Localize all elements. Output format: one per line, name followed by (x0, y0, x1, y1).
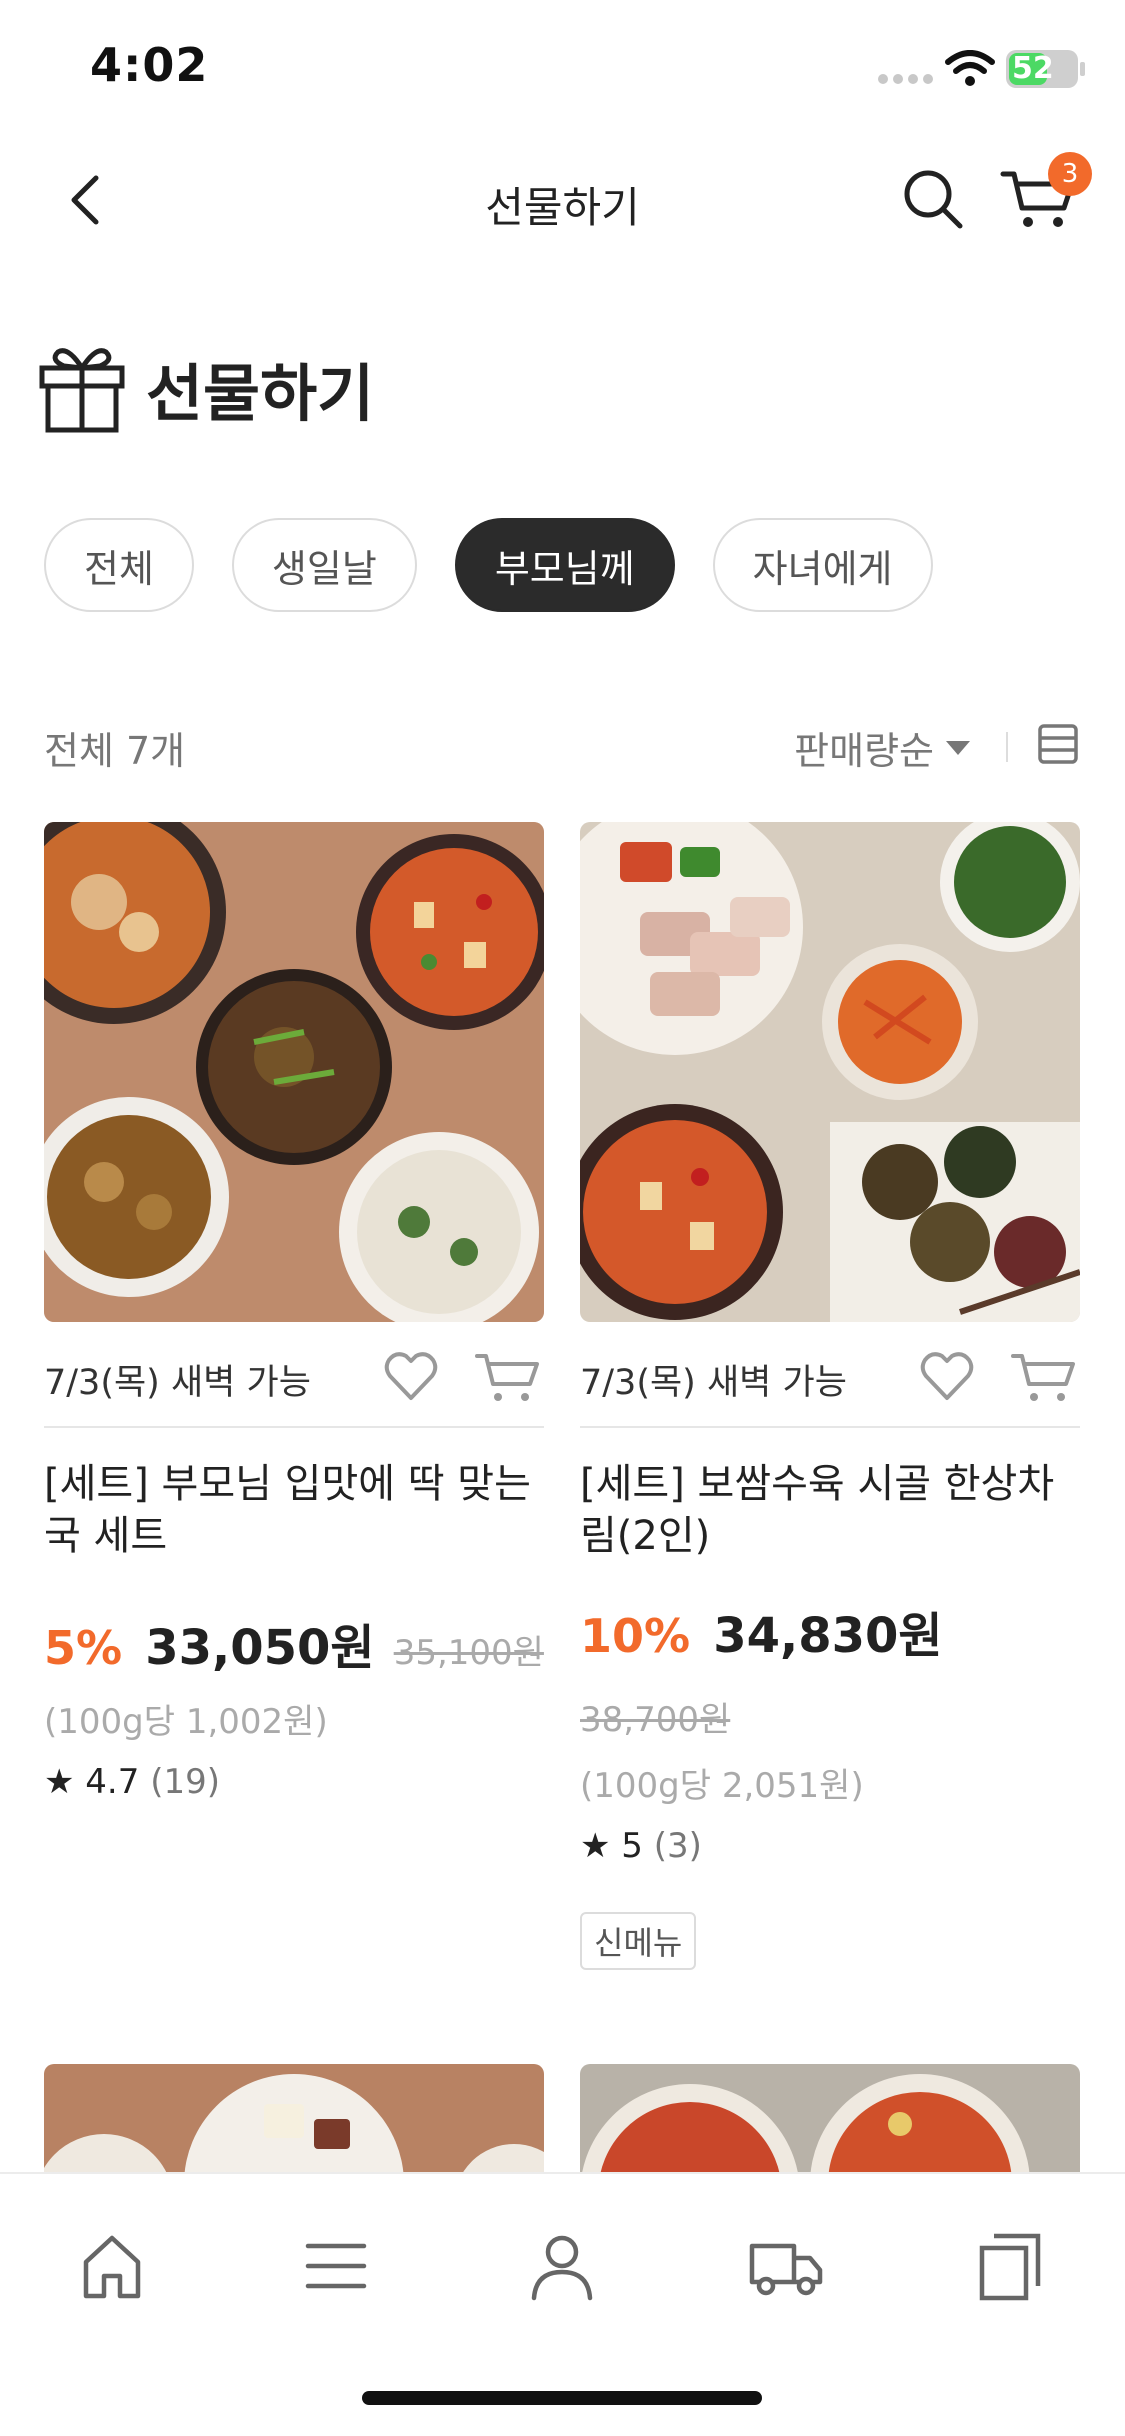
product-image[interactable] (44, 2064, 544, 2174)
gift-icon (39, 348, 125, 433)
discount-rate: 5% (44, 1621, 123, 1675)
rating: ★ 4.7 (19) (44, 1762, 220, 1802)
product-image[interactable] (580, 822, 1080, 1322)
copy-icon[interactable] (970, 2226, 1050, 2306)
product-name[interactable]: [세트] 보쌈수육 시골 한상차림(2인) (580, 1458, 1080, 1562)
battery-icon: 52 (1006, 50, 1078, 88)
star-icon: ★ (580, 1826, 611, 1866)
product-card[interactable]: 7/3(목) 새벽 가능 [세트] 부모님 입맛에 딱 맞는 국 세트 5% 3… (44, 822, 544, 1822)
menu-icon[interactable] (296, 2226, 376, 2306)
review-count: (19) (150, 1762, 220, 1802)
add-to-cart-icon[interactable] (1010, 1348, 1076, 1406)
sale-price: 33,050원 (145, 1620, 375, 1676)
battery-cap (1080, 62, 1085, 76)
review-count: (3) (653, 1826, 702, 1866)
chip-parents[interactable]: 부모님께 (454, 518, 675, 612)
battery-level: 52 (1012, 51, 1054, 86)
chip-all[interactable]: 전체 (44, 518, 194, 612)
section-title: 선물하기 (146, 357, 375, 430)
chip-children[interactable]: 자녀에게 (712, 518, 933, 612)
rating-value: 5 (621, 1826, 643, 1866)
list-view-icon[interactable] (1036, 722, 1080, 766)
status-time: 4:02 (90, 38, 209, 92)
discount-rate: 10% (580, 1609, 691, 1663)
filter-chips: 전체 생일날 부모님께 자녀에게 (44, 518, 933, 612)
price-row: 10% 34,830원 (580, 1596, 1100, 1666)
add-to-cart-icon[interactable] (474, 1348, 540, 1406)
chip-birthday[interactable]: 생일날 (231, 518, 417, 612)
home-indicator (362, 2391, 762, 2405)
product-image[interactable] (580, 2064, 1080, 2174)
search-icon[interactable] (900, 166, 966, 232)
status-bar: 4:02 52 (0, 0, 1125, 140)
item-count: 전체 7개 (44, 729, 186, 773)
delivery-info: 7/3(목) 새벽 가능 (580, 1363, 847, 1403)
product-name[interactable]: [세트] 부모님 입맛에 딱 맞는 국 세트 (44, 1458, 544, 1562)
sort-dropdown[interactable]: 판매량순 (794, 720, 970, 775)
list-toolbar: 전체 7개 판매량순 (44, 716, 1080, 776)
caret-down-icon (946, 740, 970, 755)
original-price: 35,100원 (393, 1633, 544, 1673)
heart-icon[interactable] (918, 1348, 976, 1406)
rating-value: 4.7 (85, 1762, 140, 1802)
rating: ★ 5 (3) (580, 1826, 702, 1866)
star-icon: ★ (44, 1762, 75, 1802)
delivery-row: 7/3(목) 새벽 가능 (580, 1340, 1080, 1410)
cart-badge: 3 (1048, 152, 1092, 196)
original-price: 38,700원 (580, 1700, 731, 1740)
nav-header: 선물하기 (0, 140, 1125, 260)
product-card[interactable]: 7/3(목) 새벽 가능 [세트] 보쌈수육 시골 한상차림(2인) 10% 3… (580, 822, 1080, 1982)
unit-price: (100g당 1,002원) (44, 1702, 328, 1742)
wifi-icon (945, 50, 995, 86)
section-heading: 선물하기 (38, 340, 374, 436)
person-icon[interactable] (522, 2226, 602, 2306)
divider (1006, 732, 1008, 762)
heart-icon[interactable] (382, 1348, 440, 1406)
delivery-row: 7/3(목) 새벽 가능 (44, 1340, 544, 1410)
sale-price: 34,830원 (713, 1608, 943, 1664)
new-menu-tag: 신메뉴 (580, 1912, 697, 1970)
product-image[interactable] (44, 822, 544, 1322)
home-icon[interactable] (72, 2226, 152, 2306)
divider (44, 1426, 544, 1428)
signal-icon (878, 74, 933, 84)
truck-icon[interactable] (746, 2226, 826, 2306)
sort-label: 판매량순 (794, 729, 934, 773)
unit-price: (100g당 2,051원) (580, 1766, 864, 1806)
divider (580, 1426, 1080, 1428)
price-row: 5% 33,050원 35,100원 (44, 1608, 564, 1678)
delivery-info: 7/3(목) 새벽 가능 (44, 1363, 311, 1403)
